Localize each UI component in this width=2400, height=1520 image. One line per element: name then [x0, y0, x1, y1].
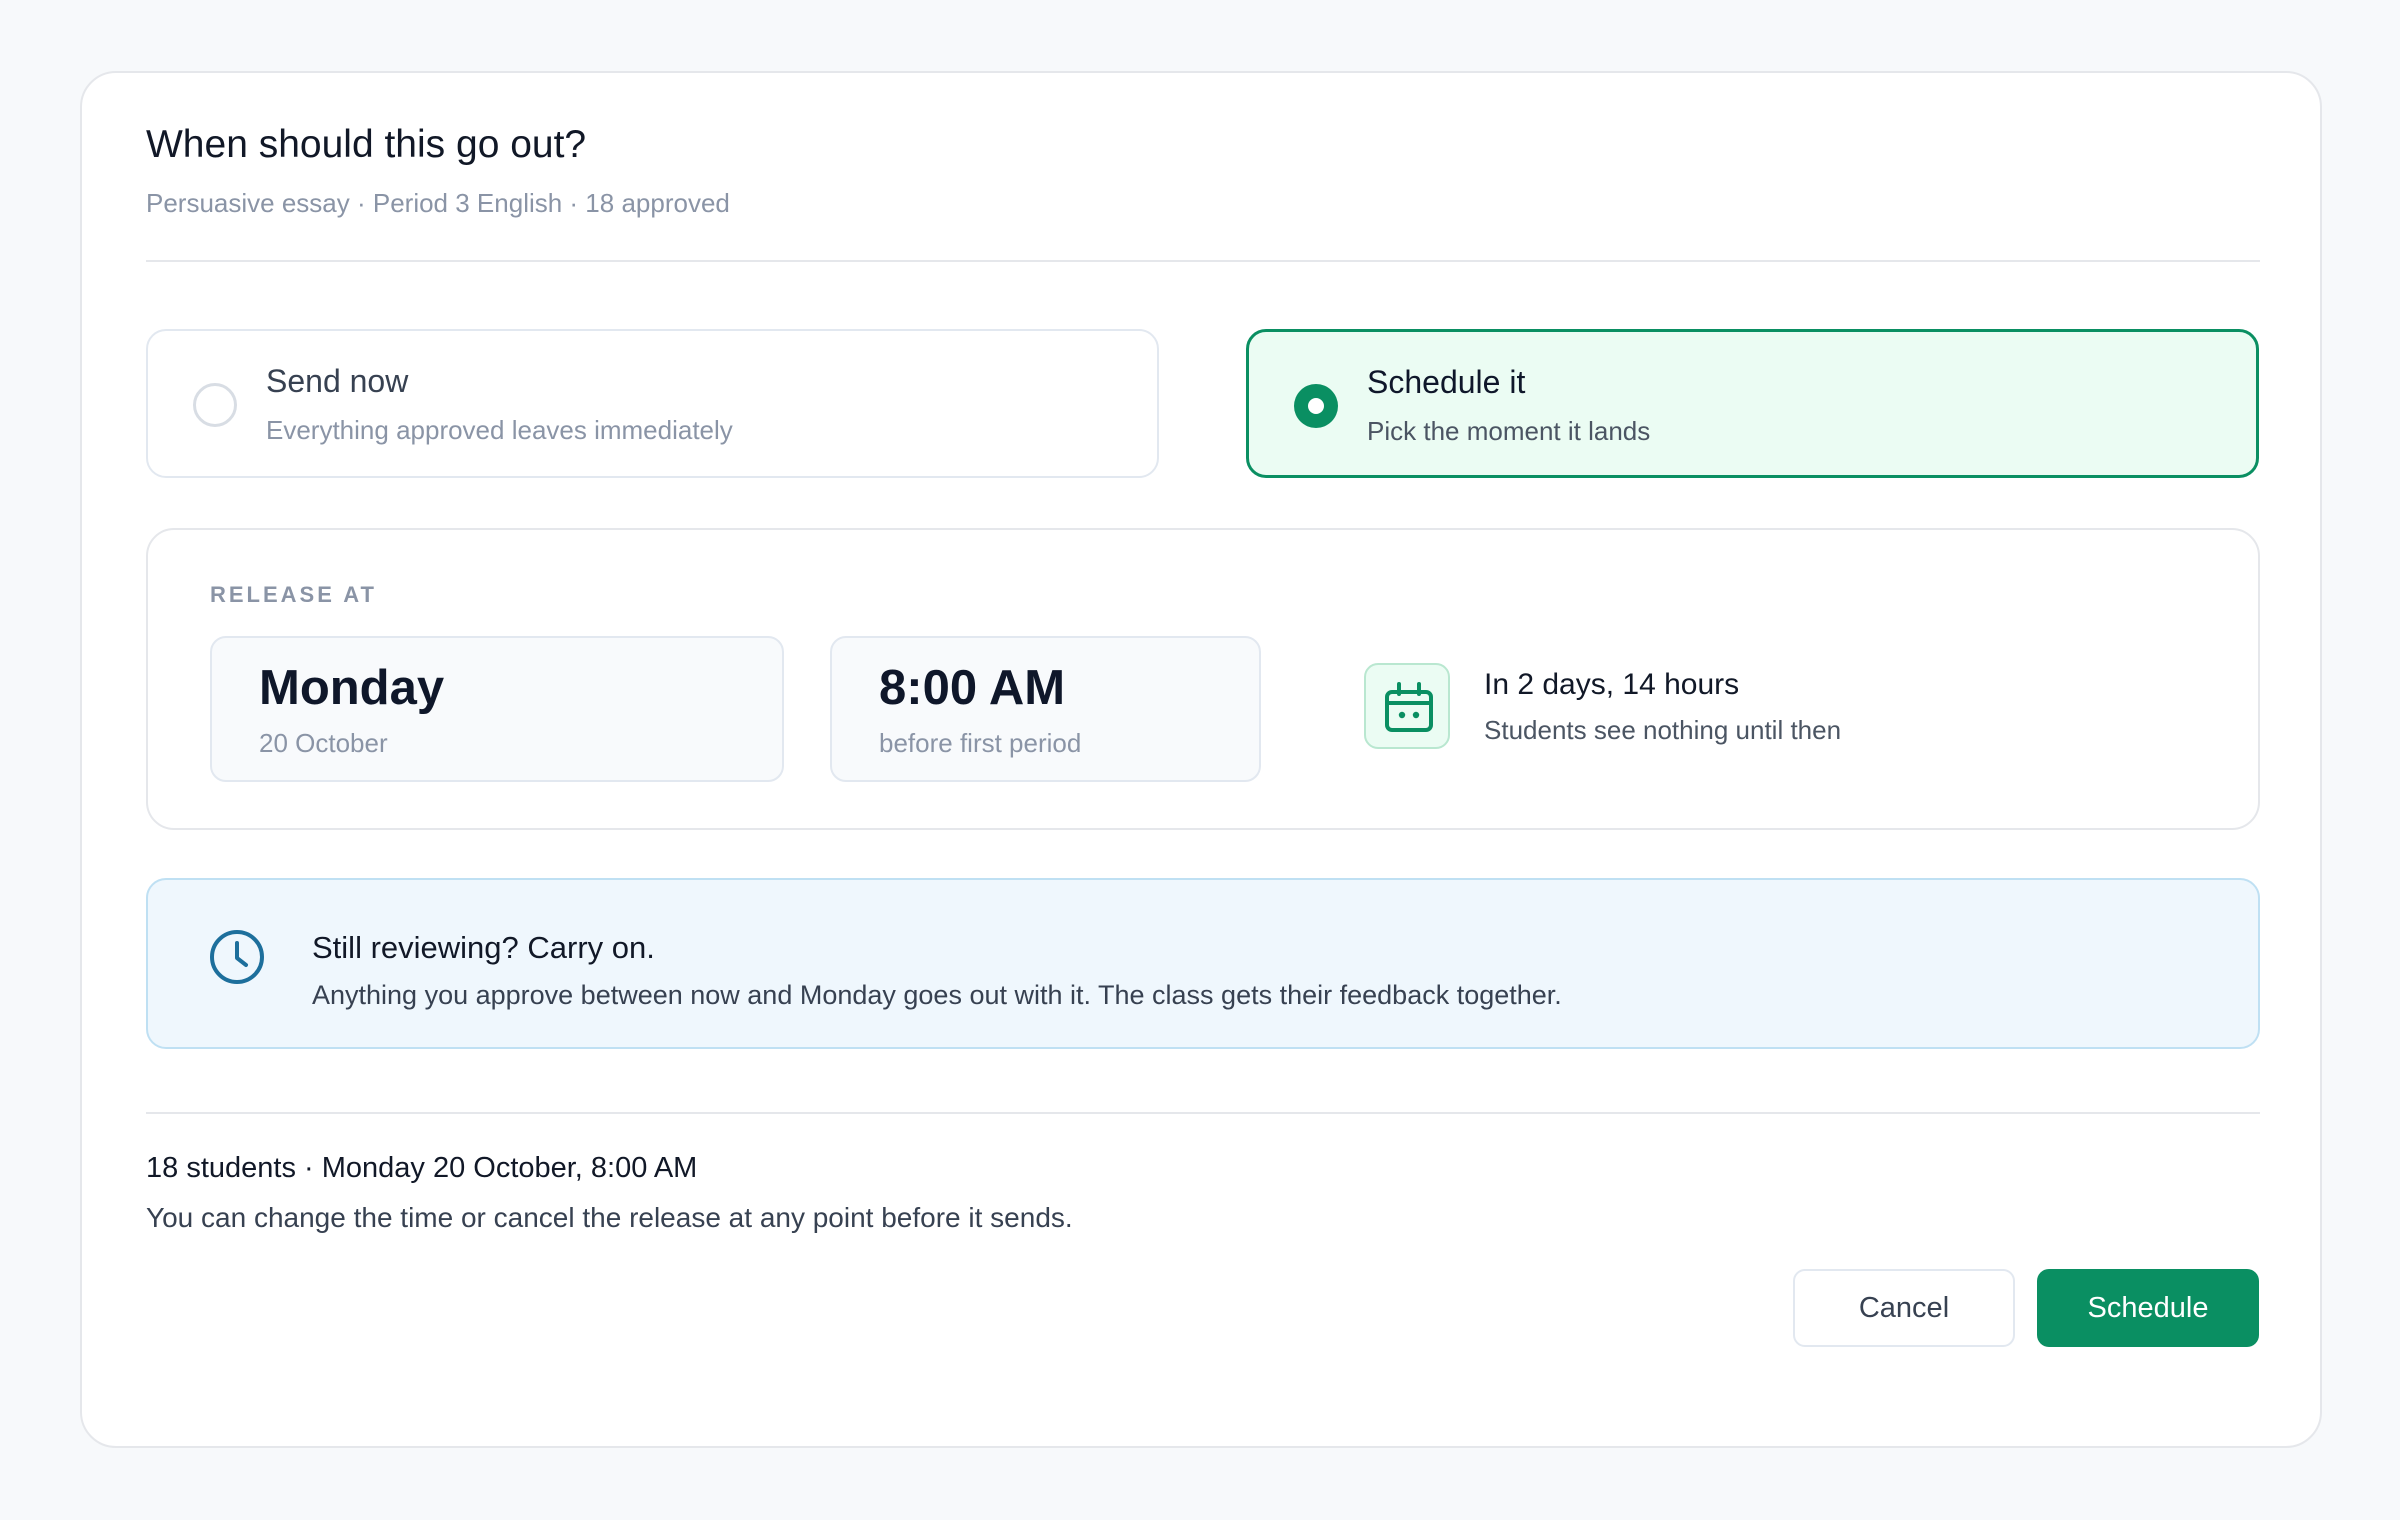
send-now-title: Send now [266, 363, 409, 399]
header-divider [146, 260, 2260, 262]
schedule-title: Schedule it [1367, 364, 1526, 400]
footer-divider [146, 1112, 2260, 1114]
send-now-option[interactable]: Send now Everything approved leaves imme… [146, 329, 1159, 478]
release-time: 8:00 AM [879, 661, 1066, 715]
release-at-panel: RELEASE AT Monday 20 October 8:00 AM bef… [146, 528, 2260, 830]
schedule-button[interactable]: Schedule [2037, 1269, 2259, 1347]
cancel-button[interactable]: Cancel [1793, 1269, 2015, 1347]
release-date: 20 October [259, 728, 388, 758]
schedule-description: Pick the moment it lands [1367, 416, 1651, 446]
notice-body: Anything you approve between now and Mon… [312, 980, 1562, 1010]
date-picker[interactable]: Monday 20 October [210, 636, 784, 782]
clock-icon [210, 930, 264, 984]
schedule-release-dialog: When should this go out? Persuasive essa… [80, 71, 2322, 1448]
schedule-radio[interactable] [1294, 384, 1338, 428]
send-now-description: Everything approved leaves immediately [266, 415, 733, 445]
notice-title: Still reviewing? Carry on. [312, 930, 655, 965]
calendar-icon [1364, 663, 1450, 749]
countdown-note: Students see nothing until then [1484, 715, 1842, 745]
release-summary: 18 students · Monday 20 October, 8:00 AM [146, 1152, 698, 1184]
release-summary-note: You can change the time or cancel the re… [146, 1202, 1073, 1233]
time-picker[interactable]: 8:00 AM before first period [830, 636, 1261, 782]
release-at-label: RELEASE AT [210, 582, 377, 607]
countdown-text: In 2 days, 14 hours [1484, 668, 1740, 701]
release-day: Monday [259, 661, 445, 715]
send-now-radio[interactable] [193, 383, 237, 427]
dialog-title: When should this go out? [146, 123, 587, 166]
release-time-note: before first period [879, 728, 1082, 758]
schedule-option[interactable]: Schedule it Pick the moment it lands [1246, 329, 2259, 478]
still-reviewing-notice: Still reviewing? Carry on. Anything you … [146, 878, 2260, 1049]
dialog-subtitle: Persuasive essay · Period 3 English · 18… [146, 188, 730, 218]
